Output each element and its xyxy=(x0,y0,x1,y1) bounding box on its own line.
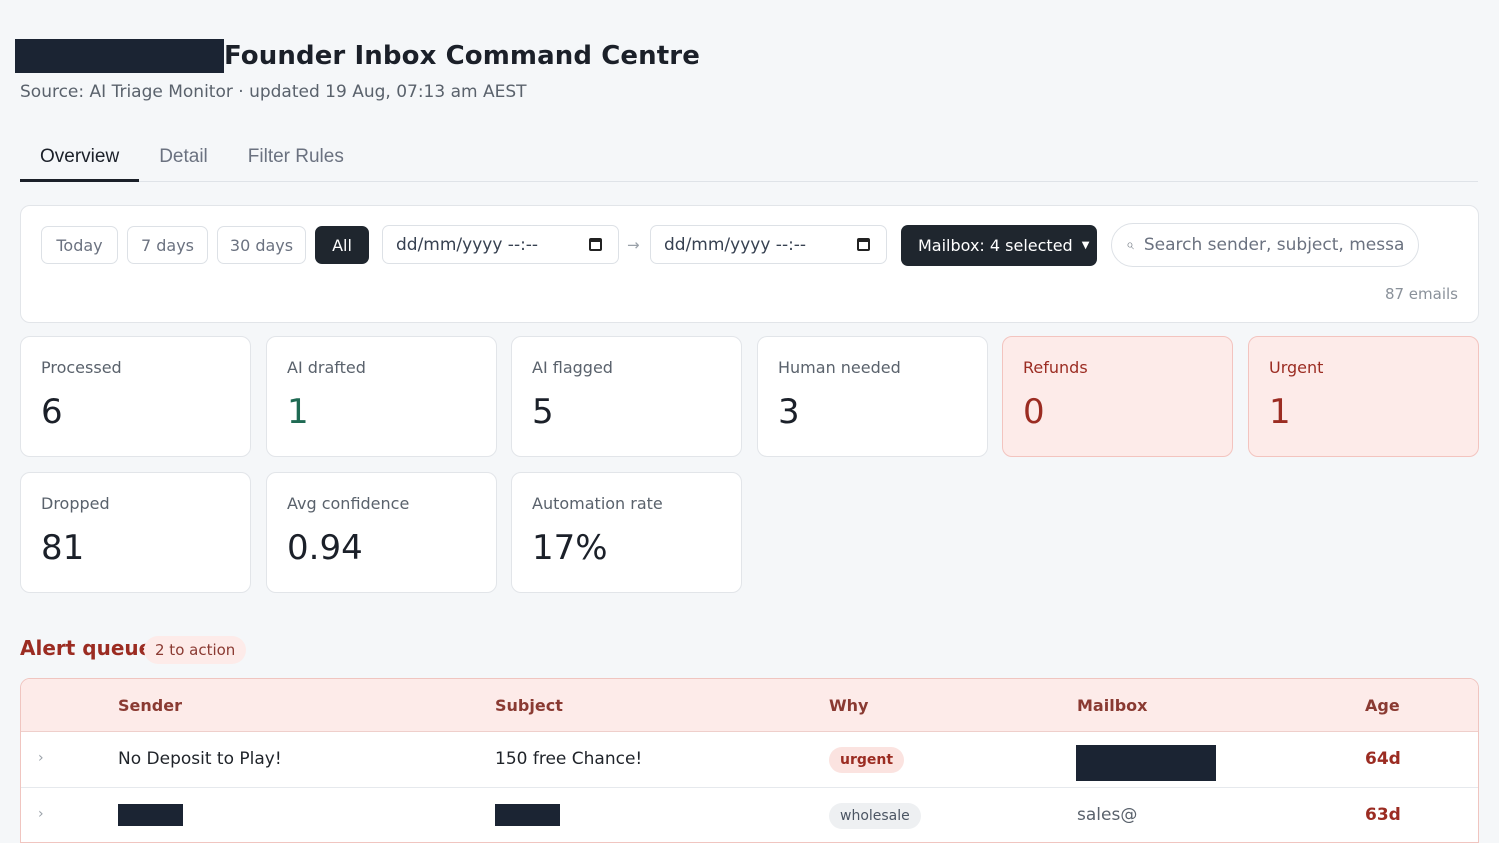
date-to-placeholder: dd/mm/yyyy --:-- xyxy=(664,234,807,255)
table-row[interactable]: › wholesale sales@ 63d xyxy=(21,788,1478,842)
metric-card-dropped: Dropped 81 xyxy=(20,472,251,593)
chevron-right-icon[interactable]: › xyxy=(38,750,44,766)
metric-label: Dropped xyxy=(41,494,110,513)
metric-card-human-needed: Human needed 3 xyxy=(757,336,988,457)
arrow-right-icon: → xyxy=(627,236,640,254)
metric-card-avg-confidence: Avg confidence 0.94 xyxy=(266,472,497,593)
page-title: Founder Inbox Command Centre xyxy=(224,41,700,71)
metric-value: 6 xyxy=(41,392,63,432)
calendar-icon[interactable] xyxy=(589,238,602,251)
metric-card-automation-rate: Automation rate 17% xyxy=(511,472,742,593)
metric-card-urgent: Urgent 1 xyxy=(1248,336,1479,457)
age-cell: 63d xyxy=(1365,805,1401,825)
filter-bar: Today 7 days 30 days All dd/mm/yyyy --:-… xyxy=(20,205,1479,323)
redacted-subject xyxy=(495,804,560,826)
date-from-input[interactable]: dd/mm/yyyy --:-- xyxy=(382,225,619,264)
range-7-days-button[interactable]: 7 days xyxy=(127,226,208,264)
column-header-age[interactable]: Age xyxy=(1365,696,1400,715)
sender-cell: No Deposit to Play! xyxy=(118,749,282,769)
why-badge: wholesale xyxy=(829,803,921,829)
page-header: Founder Inbox Command Centre xyxy=(15,38,700,74)
calendar-icon[interactable] xyxy=(857,238,870,251)
alert-queue-badge: 2 to action xyxy=(144,636,247,664)
range-all-button[interactable]: All xyxy=(315,226,369,264)
metric-card-ai-flagged: AI flagged 5 xyxy=(511,336,742,457)
table-row[interactable]: › No Deposit to Play! 150 free Chance! u… xyxy=(21,732,1478,788)
why-badge: urgent xyxy=(829,747,905,773)
metric-card-refunds: Refunds 0 xyxy=(1002,336,1233,457)
metric-label: AI drafted xyxy=(287,358,366,377)
date-from-placeholder: dd/mm/yyyy --:-- xyxy=(396,234,539,255)
mailbox-dropdown-button[interactable]: Mailbox: 4 selected ▼ xyxy=(901,225,1097,266)
redacted-block xyxy=(15,39,224,73)
metric-label: Human needed xyxy=(778,358,901,377)
tab-bar: Overview Detail Filter Rules xyxy=(20,134,1478,182)
metric-label: Urgent xyxy=(1269,358,1324,377)
column-header-subject[interactable]: Subject xyxy=(495,696,563,715)
metric-value: 0.94 xyxy=(287,528,363,568)
metric-value: 3 xyxy=(778,392,800,432)
table-header: Sender Subject Why Mailbox Age xyxy=(21,679,1478,732)
metric-label: Processed xyxy=(41,358,122,377)
alert-queue-title: Alert queue xyxy=(20,636,153,660)
metric-value: 1 xyxy=(287,392,309,432)
mailbox-cell: sales@ xyxy=(1077,805,1138,825)
redacted-sender xyxy=(118,804,183,826)
date-to-input[interactable]: dd/mm/yyyy --:-- xyxy=(650,225,887,264)
caret-down-icon: ▼ xyxy=(1081,240,1090,251)
metric-card-ai-drafted: AI drafted 1 xyxy=(266,336,497,457)
metric-value: 1 xyxy=(1269,392,1291,432)
metric-value: 0 xyxy=(1023,392,1045,432)
tab-detail[interactable]: Detail xyxy=(139,134,228,182)
tab-filter-rules[interactable]: Filter Rules xyxy=(228,134,364,182)
metric-label: Avg confidence xyxy=(287,494,410,513)
range-today-button[interactable]: Today xyxy=(41,226,118,264)
age-cell: 64d xyxy=(1365,749,1401,769)
title-row: Founder Inbox Command Centre xyxy=(15,38,700,74)
chevron-right-icon[interactable]: › xyxy=(38,806,44,822)
range-30-days-button[interactable]: 30 days xyxy=(217,226,306,264)
alert-queue-table: Sender Subject Why Mailbox Age › No Depo… xyxy=(20,678,1479,843)
metric-card-processed: Processed 6 xyxy=(20,336,251,457)
column-header-why[interactable]: Why xyxy=(829,696,868,715)
column-header-mailbox[interactable]: Mailbox xyxy=(1077,696,1147,715)
metric-label: Refunds xyxy=(1023,358,1088,377)
search-icon: ⌕ xyxy=(1126,237,1134,253)
metric-label: Automation rate xyxy=(532,494,663,513)
redacted-mailbox xyxy=(1076,745,1216,781)
tab-overview[interactable]: Overview xyxy=(20,134,140,182)
subject-cell: 150 free Chance! xyxy=(495,749,643,769)
search-box[interactable]: ⌕ xyxy=(1111,223,1419,267)
email-count: 87 emails xyxy=(1384,285,1458,303)
search-input[interactable] xyxy=(1143,235,1404,255)
page-subtitle: Source: AI Triage Monitor · updated 19 A… xyxy=(20,82,527,102)
mailbox-dropdown-label: Mailbox: 4 selected xyxy=(918,236,1073,255)
metric-value: 5 xyxy=(532,392,554,432)
column-header-sender[interactable]: Sender xyxy=(118,696,182,715)
metric-value: 81 xyxy=(41,528,85,568)
metric-value: 17% xyxy=(532,528,608,568)
metric-label: AI flagged xyxy=(532,358,613,377)
